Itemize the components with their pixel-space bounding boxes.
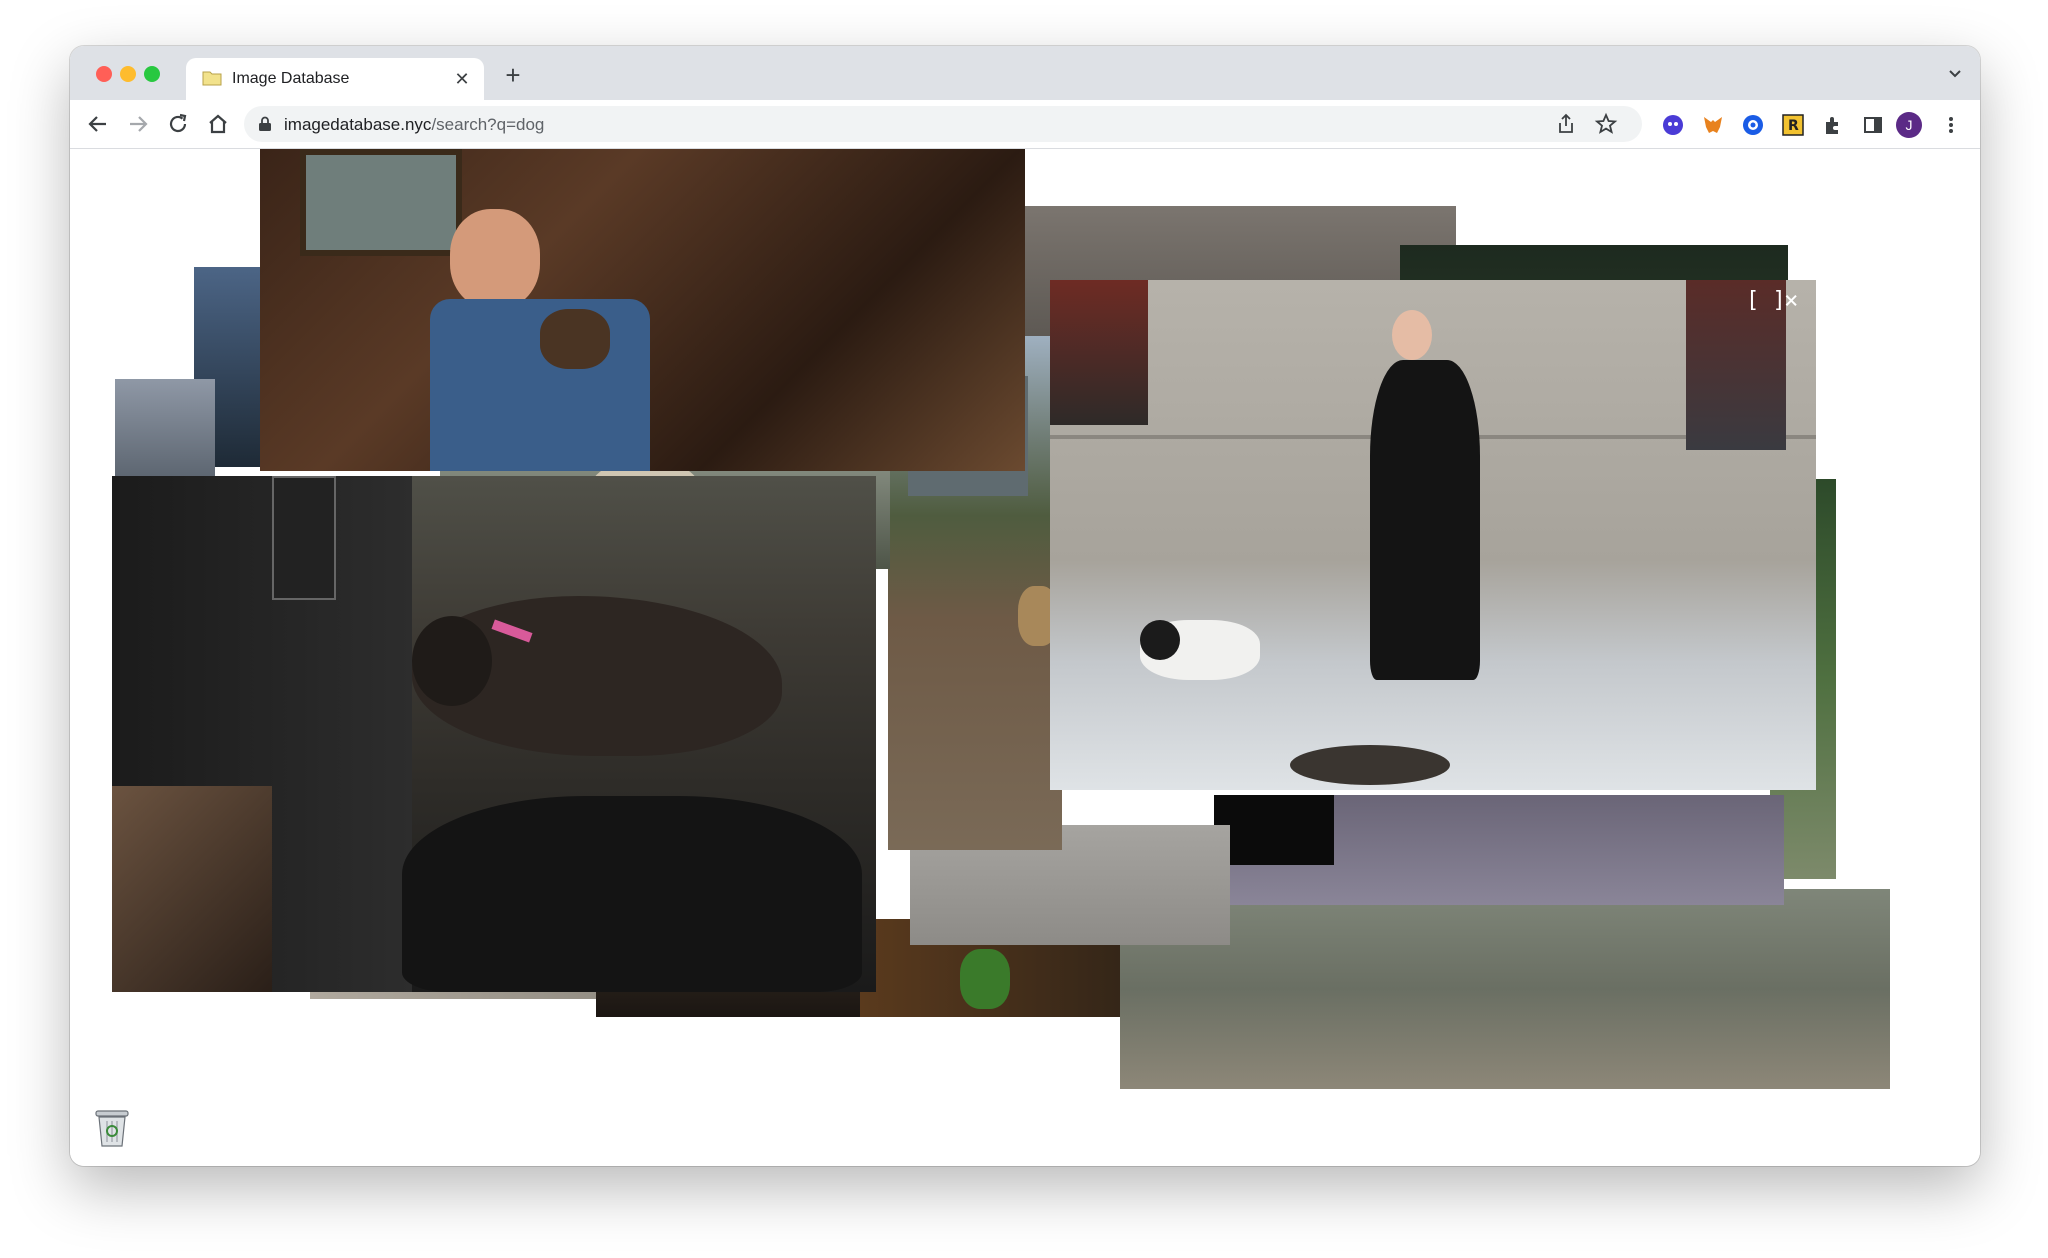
star-icon[interactable] <box>1594 112 1618 136</box>
share-icon[interactable] <box>1554 112 1578 136</box>
menu-icon[interactable] <box>1940 114 1962 136</box>
ghost-extension-icon[interactable] <box>1662 114 1684 136</box>
lock-icon[interactable] <box>258 116 272 132</box>
trash-icon[interactable] <box>92 1105 132 1149</box>
svg-text:R: R <box>1788 118 1799 134</box>
fullscreen-button[interactable]: [ ] <box>1746 288 1786 313</box>
forward-icon[interactable] <box>124 110 152 138</box>
photo-tile-man-french-bulldog[interactable]: [ ] × <box>1050 280 1816 790</box>
close-tab-icon[interactable]: ✕ <box>450 67 474 91</box>
tab-title: Image Database <box>232 70 350 87</box>
reload-icon[interactable] <box>164 110 192 138</box>
chevron-down-icon[interactable] <box>1944 62 1966 84</box>
address-bar[interactable]: imagedatabase.nyc/search?q=dog <box>244 106 1642 142</box>
photo-tile-dog-trash-bags[interactable] <box>112 476 876 992</box>
photo-tile-night-sidewalk[interactable] <box>1214 795 1784 905</box>
back-icon[interactable] <box>84 110 112 138</box>
maximize-window-button[interactable] <box>144 66 160 82</box>
photo-tile-man-couch-dog[interactable] <box>260 149 1025 471</box>
url-host: imagedatabase.nyc <box>284 115 432 134</box>
photo-tile-pavement-right[interactable] <box>1120 889 1890 1089</box>
url-text[interactable]: imagedatabase.nyc/search?q=dog <box>284 115 544 135</box>
sidebar-icon[interactable] <box>1862 114 1884 136</box>
metamask-icon[interactable] <box>1702 114 1724 136</box>
image-collage: [ ] × <box>70 149 1980 1166</box>
tab-bar: Image Database ✕ + <box>70 46 1980 100</box>
browser-window: Image Database ✕ + imagedatabase.nyc/sea… <box>70 46 1980 1166</box>
tab-image-database[interactable]: Image Database ✕ <box>186 58 484 100</box>
photo-tile-gray-left[interactable] <box>115 379 215 479</box>
home-icon[interactable] <box>204 110 232 138</box>
close-window-button[interactable] <box>96 66 112 82</box>
url-path: /search?q=dog <box>431 115 545 134</box>
close-viewer-button[interactable]: × <box>1784 286 1798 314</box>
new-tab-button[interactable]: + <box>496 58 530 92</box>
profile-avatar[interactable]: J <box>1896 112 1922 138</box>
r-extension-icon[interactable]: R <box>1782 114 1804 136</box>
toolbar: imagedatabase.nyc/search?q=dog R J <box>70 100 1980 149</box>
folder-icon <box>202 71 222 86</box>
ring-extension-icon[interactable] <box>1742 114 1764 136</box>
minimize-window-button[interactable] <box>120 66 136 82</box>
extension-icon[interactable] <box>1822 114 1844 136</box>
